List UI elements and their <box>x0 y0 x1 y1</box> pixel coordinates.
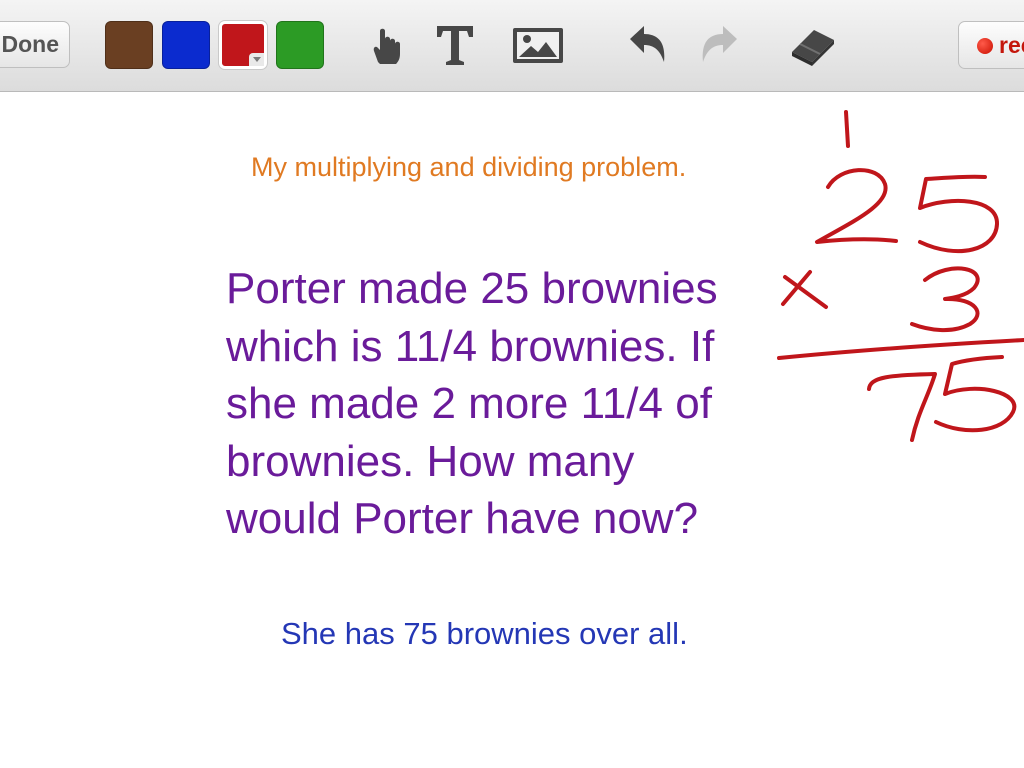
handwritten-carry-1 <box>844 110 850 148</box>
record-button[interactable]: rec <box>958 21 1024 69</box>
handwritten-digit-2 <box>815 168 898 244</box>
handwritten-result-line <box>777 338 1024 360</box>
chevron-down-icon[interactable] <box>249 53 264 66</box>
handwritten-calculation <box>777 110 1024 442</box>
color-swatch-red[interactable] <box>219 21 267 69</box>
toolbar: Done re <box>0 0 1024 92</box>
handwritten-digit-3 <box>910 266 980 332</box>
color-swatch-green[interactable] <box>276 21 324 69</box>
whiteboard-canvas[interactable]: My multiplying and dividing problem. Por… <box>0 92 1024 768</box>
handwritten-digit-5 <box>934 355 1017 433</box>
done-button[interactable]: Done <box>0 21 70 68</box>
color-swatch-brown[interactable] <box>105 21 153 69</box>
color-swatch-blue[interactable] <box>162 21 210 69</box>
hand-pointer-icon[interactable] <box>360 20 410 70</box>
handwritten-digit-7 <box>867 372 937 442</box>
undo-icon[interactable] <box>624 20 674 70</box>
redo-icon[interactable] <box>693 20 743 70</box>
image-icon[interactable] <box>511 20 563 70</box>
eraser-icon[interactable] <box>788 20 838 70</box>
handwritten-times <box>781 270 828 309</box>
record-icon <box>977 38 993 54</box>
handwritten-digit-5 <box>918 174 1000 254</box>
record-label: rec <box>999 32 1024 58</box>
text-tool-icon[interactable] <box>430 20 480 70</box>
